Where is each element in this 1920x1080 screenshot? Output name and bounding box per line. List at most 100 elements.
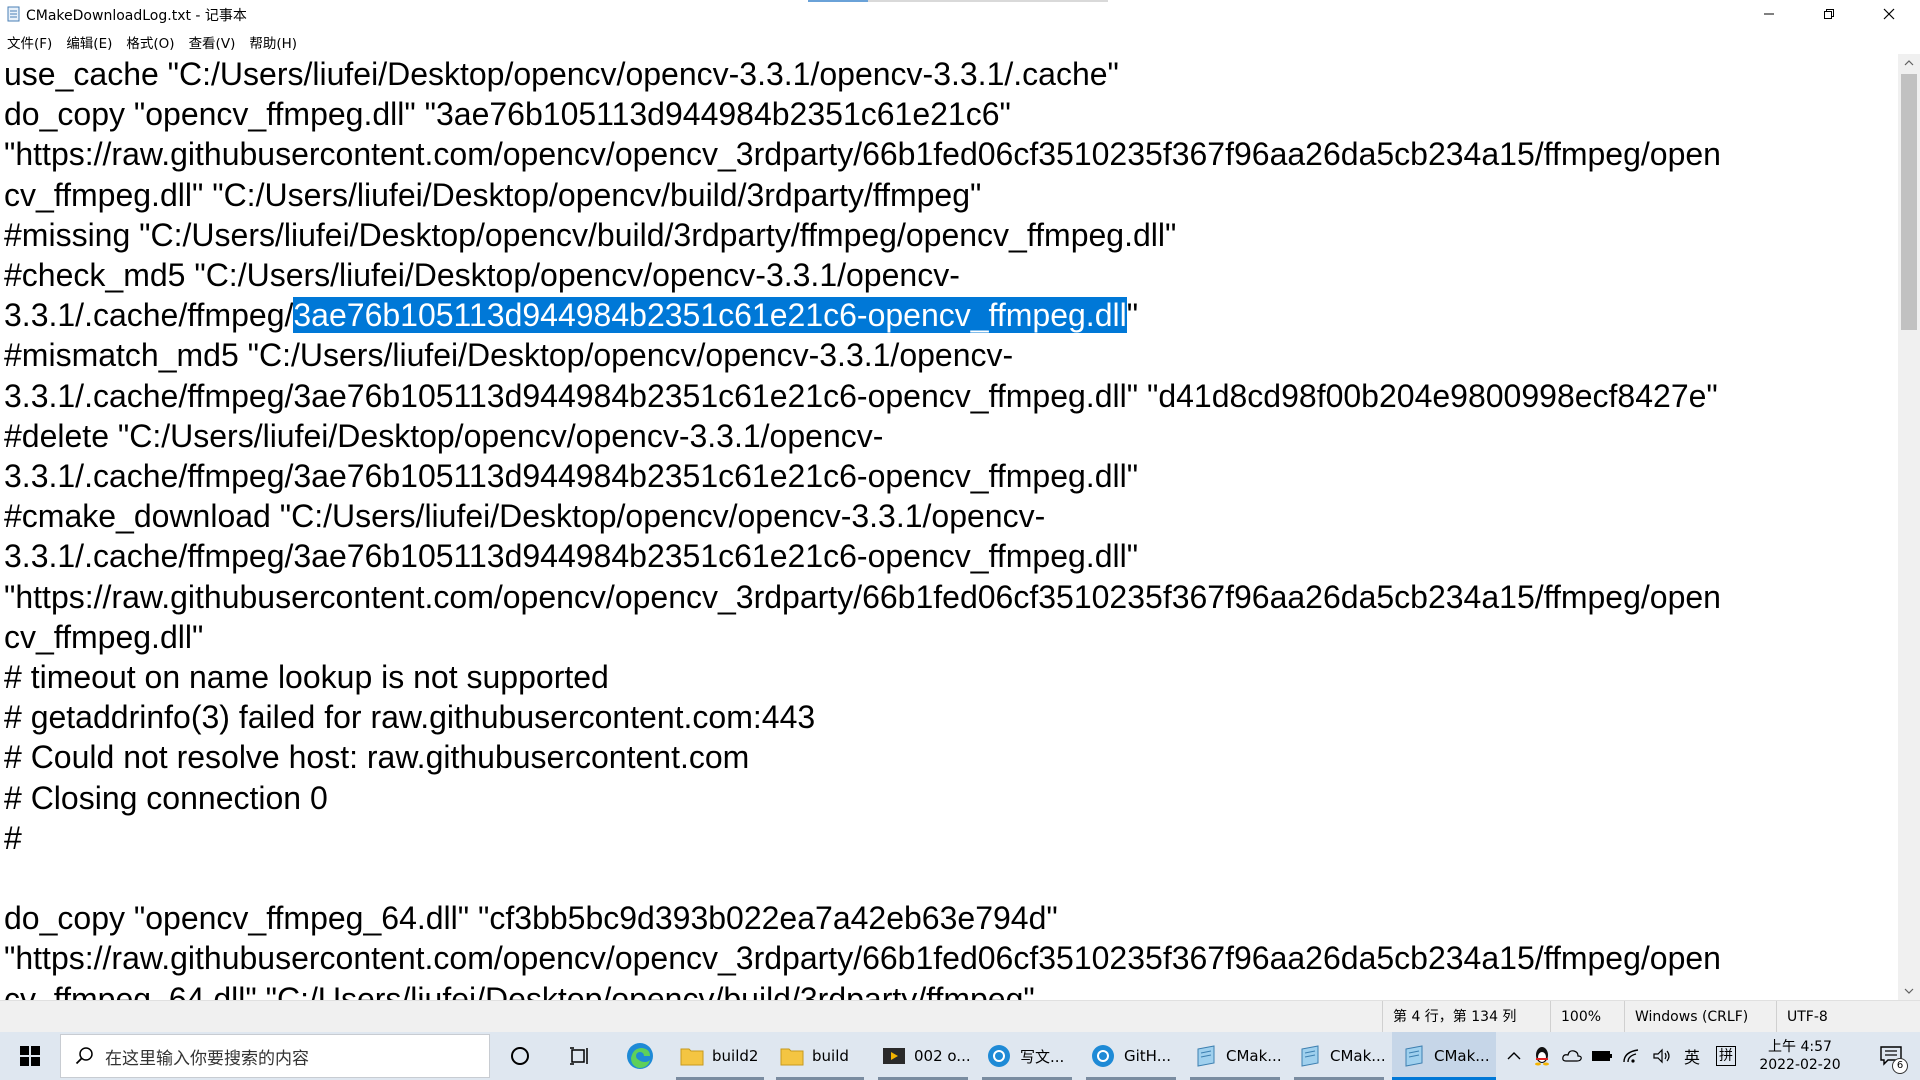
text-line: # Closing connection 0: [4, 779, 328, 816]
title-accent-secondary: [868, 0, 1108, 2]
tray-onedrive[interactable]: [1558, 1032, 1586, 1080]
restore-button[interactable]: [1806, 0, 1852, 28]
scrollbar-thumb[interactable]: [1901, 74, 1917, 330]
video-player-icon: [883, 1048, 905, 1064]
menu-view[interactable]: 查看(V): [182, 30, 243, 52]
taskbar-app-label: CMak...: [1330, 1047, 1386, 1065]
cortana-button[interactable]: [496, 1032, 544, 1080]
text-line: cv_ffmpeg.dll" "C:/Users/liufei/Desktop/…: [4, 176, 982, 213]
status-line-ending: Windows (CRLF): [1624, 1001, 1776, 1033]
scroll-down-button[interactable]: [1898, 982, 1920, 1000]
menu-bar: 文件(F) 编辑(E) 格式(O) 查看(V) 帮助(H): [0, 30, 1920, 52]
tray-ime-language[interactable]: 英: [1678, 1032, 1706, 1080]
clock-date: 2022-02-20: [1759, 1057, 1841, 1073]
taskbar-app-label: CMak...: [1226, 1047, 1282, 1065]
taskbar: 在这里输入你要搜索的内容 build2 build 002 o... 写文...…: [0, 1032, 1920, 1080]
notification-count-badge: 6: [1892, 1058, 1908, 1074]
text-line: do_copy "opencv_ffmpeg_64.dll" "cf3bb5bc…: [4, 900, 1058, 937]
menu-edit[interactable]: 编辑(E): [59, 30, 119, 52]
start-button[interactable]: [0, 1032, 60, 1080]
text-line: # getaddrinfo(3) failed for raw.githubus…: [4, 699, 816, 736]
tray-overflow-button[interactable]: [1502, 1032, 1526, 1080]
text-line: #missing "C:/Users/liufei/Desktop/opencv…: [4, 216, 1177, 253]
speaker-icon: [1653, 1048, 1670, 1064]
folder-icon: [780, 1048, 804, 1066]
cloud-icon: [1562, 1050, 1582, 1062]
notepad-icon: [7, 6, 20, 22]
text-line: 3.3.1/.cache/ffmpeg/3ae76b105113d944984b…: [4, 538, 1139, 575]
text-line: cv_ffmpeg_64.dll" "C:/Users/liufei/Deskt…: [4, 980, 1035, 1000]
search-icon: [75, 1047, 93, 1065]
text-line: "https://raw.githubusercontent.com/openc…: [4, 578, 1721, 615]
taskbar-app-label: build: [812, 1047, 849, 1065]
notepad-icon: [1405, 1045, 1423, 1067]
taskbar-app-label: 002 o...: [914, 1047, 971, 1065]
text-segment: 3.3.1/.cache/ffmpeg/: [4, 297, 294, 334]
taskbar-clock[interactable]: 上午 4:57 2022-02-20: [1740, 1032, 1860, 1080]
qq-penguin-icon: [1535, 1047, 1549, 1066]
close-icon: [1883, 8, 1895, 20]
text-line: # Could not resolve host: raw.githubuser…: [4, 739, 750, 776]
chevron-up-icon: [1507, 1052, 1521, 1060]
text-line: use_cache "C:/Users/liufei/Desktop/openc…: [4, 56, 1119, 92]
edge-browser-button[interactable]: [616, 1032, 664, 1080]
clock-time: 上午 4:57: [1768, 1039, 1832, 1055]
minimize-icon: [1764, 13, 1774, 15]
text-line: #mismatch_md5 "C:/Users/liufei/Desktop/o…: [4, 337, 1014, 374]
text-line: "https://raw.githubusercontent.com/openc…: [4, 136, 1721, 173]
text-line: 3.3.1/.cache/ffmpeg/3ae76b105113d944984b…: [4, 295, 1138, 335]
scroll-up-button[interactable]: [1898, 54, 1920, 72]
taskbar-app-build[interactable]: build: [770, 1032, 870, 1080]
ime-mode-label: 拼: [1716, 1046, 1736, 1066]
battery-icon: [1592, 1051, 1612, 1061]
close-button[interactable]: [1866, 0, 1912, 28]
text-line: "https://raw.githubusercontent.com/openc…: [4, 940, 1721, 977]
taskbar-search-box[interactable]: 在这里输入你要搜索的内容: [60, 1034, 490, 1078]
text-segment: ": [1126, 297, 1139, 334]
window-title: CMakeDownloadLog.txt - 记事本: [26, 8, 247, 24]
text-line: 3.3.1/.cache/ffmpeg/3ae76b105113d944984b…: [4, 377, 1718, 414]
cortana-icon: [511, 1047, 529, 1065]
task-view-button[interactable]: [556, 1032, 604, 1080]
restore-icon: [1824, 9, 1834, 19]
notepad-icon: [1197, 1045, 1215, 1067]
taskbar-app-label: 写文...: [1020, 1047, 1065, 1066]
text-line: do_copy "opencv_ffmpeg.dll" "3ae76b10511…: [4, 96, 1011, 133]
taskbar-app-browser-write[interactable]: 写文...: [976, 1032, 1078, 1080]
text-line: # timeout on name lookup is not supporte…: [4, 659, 609, 695]
folder-icon: [680, 1048, 704, 1066]
text-line: cv_ffmpeg.dll": [4, 618, 204, 655]
tray-wifi[interactable]: [1618, 1032, 1646, 1080]
taskbar-app-notepad-2[interactable]: CMak...: [1288, 1032, 1390, 1080]
text-editor[interactable]: use_cache "C:/Users/liufei/Desktop/openc…: [0, 54, 1898, 1000]
menu-format[interactable]: 格式(O): [119, 30, 181, 52]
edge-browser-icon: [627, 1043, 653, 1069]
taskbar-app-notepad-3[interactable]: CMak...: [1392, 1032, 1496, 1080]
action-center-button[interactable]: 6: [1862, 1032, 1920, 1080]
title-accent: [808, 0, 868, 2]
taskbar-app-notepad-1[interactable]: CMak...: [1184, 1032, 1286, 1080]
menu-file[interactable]: 文件(F): [0, 30, 59, 52]
taskbar-app-label: CMak...: [1434, 1047, 1490, 1065]
text-line: 3.3.1/.cache/ffmpeg/3ae76b105113d944984b…: [4, 458, 1139, 494]
status-position: 第 4 行，第 134 列: [1382, 1001, 1550, 1033]
status-encoding: UTF-8: [1776, 1001, 1898, 1033]
tray-volume[interactable]: [1648, 1032, 1676, 1080]
task-view-icon: [570, 1047, 588, 1065]
tray-ime-mode[interactable]: 拼: [1712, 1032, 1740, 1080]
tray-qq[interactable]: [1528, 1032, 1556, 1080]
minimize-button[interactable]: [1746, 0, 1792, 28]
chevron-up-icon: [1904, 60, 1914, 66]
taskbar-app-label: GitH...: [1124, 1047, 1171, 1065]
taskbar-app-video[interactable]: 002 o...: [872, 1032, 974, 1080]
chevron-down-icon: [1904, 988, 1914, 994]
text-line: #delete "C:/Users/liufei/Desktop/opencv/…: [4, 417, 884, 454]
vertical-scrollbar[interactable]: [1898, 54, 1920, 1000]
menu-help[interactable]: 帮助(H): [242, 30, 304, 52]
taskbar-app-browser-github[interactable]: GitH...: [1080, 1032, 1182, 1080]
title-bar: CMakeDownloadLog.txt - 记事本: [0, 0, 1920, 28]
taskbar-app-build2[interactable]: build2: [670, 1032, 770, 1080]
taskbar-app-label: build2: [712, 1047, 759, 1065]
tray-battery[interactable]: [1588, 1032, 1616, 1080]
status-zoom: 100%: [1550, 1001, 1624, 1033]
